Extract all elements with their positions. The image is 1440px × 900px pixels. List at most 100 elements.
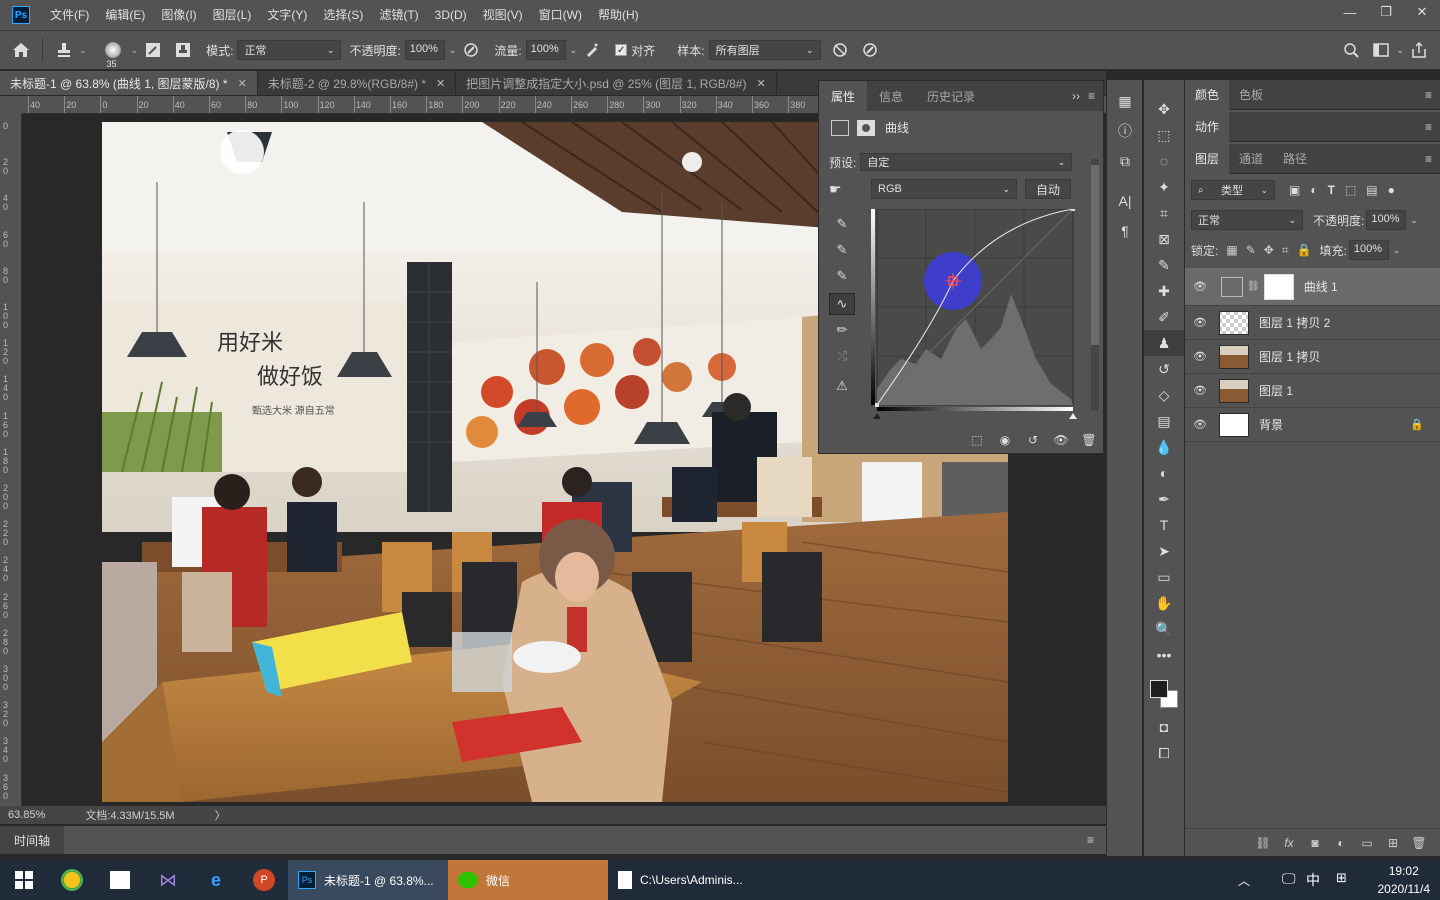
windows-start-icon[interactable] — [0, 860, 48, 900]
visibility-eye-icon[interactable]: 👁 — [1185, 316, 1215, 329]
home-icon[interactable] — [10, 39, 32, 61]
pen-tool-icon[interactable]: ✒ — [1144, 486, 1184, 512]
menu-select[interactable]: 选择(S) — [315, 0, 371, 30]
opacity-chevron-icon[interactable]: ⌄ — [1410, 215, 1418, 226]
quick-mask-icon[interactable]: ◘ — [1144, 714, 1184, 740]
rectangle-tool-icon[interactable]: ▭ — [1144, 564, 1184, 590]
network-icon[interactable]: 🖵 — [1282, 870, 1296, 887]
channel-select[interactable]: RGB ⌄ — [871, 179, 1017, 199]
visibility-eye-icon[interactable]: 👁 — [1185, 384, 1215, 397]
color-swatches[interactable] — [1144, 668, 1184, 714]
layer-opacity-input[interactable]: 100% — [1366, 210, 1407, 230]
blur-tool-icon[interactable]: 💧 — [1144, 434, 1184, 460]
tab-timeline[interactable]: 时间轴 — [0, 826, 65, 854]
zoom-level[interactable]: 63.85% — [8, 809, 45, 821]
gradient-tool-icon[interactable]: ▤ — [1144, 408, 1184, 434]
brush-settings-icon[interactable] — [142, 39, 164, 61]
foreground-color-swatch[interactable] — [1150, 680, 1168, 698]
lock-position-icon[interactable]: ✥ — [1264, 243, 1274, 257]
sample-select[interactable]: 所有图层 ⌄ — [708, 40, 821, 60]
clipping-warning-icon[interactable]: ⚠ — [829, 375, 855, 397]
tab-paths[interactable]: 路径 — [1273, 144, 1317, 174]
visibility-eye-icon[interactable]: 👁 — [1185, 280, 1215, 293]
tab-history[interactable]: 历史记录 — [915, 81, 987, 111]
filter-toggle-icon[interactable]: ● — [1388, 183, 1395, 197]
paragraph-dock-icon[interactable]: ¶ — [1107, 216, 1143, 246]
lasso-tool-icon[interactable]: ◌ — [1144, 148, 1184, 174]
workspace-icon[interactable] — [1370, 39, 1392, 61]
airbrush-icon[interactable] — [581, 39, 603, 61]
tab-swatches[interactable]: 色板 — [1229, 80, 1273, 110]
info-dock-icon[interactable]: ⓘ — [1107, 116, 1143, 146]
smooth-curve-icon[interactable]: ⤮ — [829, 345, 855, 367]
visibility-eye-icon[interactable]: 👁 — [1185, 350, 1215, 363]
curve-pencil-icon[interactable]: ✏ — [829, 319, 855, 341]
tool-preset-chevron-icon[interactable]: ⌄ — [79, 45, 87, 56]
browser-360-icon[interactable] — [48, 860, 96, 900]
menu-layer[interactable]: 图层(L) — [205, 0, 260, 30]
delete-icon[interactable]: 🗑 — [1075, 433, 1103, 447]
eyedropper-tool-icon[interactable]: ✎ — [1144, 252, 1184, 278]
panel-menu-icon[interactable]: ≡ — [1425, 152, 1432, 166]
zoom-tool-icon[interactable]: 🔍 — [1144, 616, 1184, 642]
pressure-opacity-icon[interactable] — [460, 39, 482, 61]
system-clock[interactable]: 19:02 2020/11/4 — [1378, 862, 1431, 898]
new-group-icon[interactable]: ▭ — [1354, 836, 1380, 850]
ruler-corner[interactable] — [0, 96, 22, 114]
add-mask-icon[interactable]: ◙ — [1302, 836, 1328, 850]
visibility-icon[interactable]: 👁 — [1047, 433, 1075, 447]
path-selection-tool-icon[interactable]: ➤ — [1144, 538, 1184, 564]
flow-chevron-icon[interactable]: ⌄ — [570, 45, 578, 56]
filter-adjustment-icon[interactable]: ◐ — [1310, 183, 1317, 197]
search-icon[interactable] — [1340, 39, 1362, 61]
clone-source-icon[interactable] — [172, 39, 194, 61]
doc-tab-3[interactable]: 把图片调整成指定大小.psd @ 25% (图层 1, RGB/8#) ✕ — [456, 71, 777, 95]
menu-3d[interactable]: 3D(D) — [427, 0, 475, 30]
panel-menu-icon[interactable]: ≡ — [1425, 88, 1432, 102]
hand-tool-icon[interactable]: ✋ — [1144, 590, 1184, 616]
clone-stamp-tool-icon[interactable]: ♟ — [1144, 330, 1184, 356]
internet-explorer-icon[interactable]: e — [192, 860, 240, 900]
tab-color[interactable]: 颜色 — [1185, 79, 1230, 110]
taskbar-explorer[interactable]: C:\Users\Adminis... — [608, 860, 778, 900]
healing-brush-tool-icon[interactable]: ✚ — [1144, 278, 1184, 304]
close-button[interactable]: ✕ — [1404, 0, 1440, 24]
tab-channels[interactable]: 通道 — [1229, 144, 1273, 174]
maximize-button[interactable]: ❐ — [1368, 0, 1404, 24]
frame-tool-icon[interactable]: ⊠ — [1144, 226, 1184, 252]
close-tab-icon[interactable]: ✕ — [238, 77, 247, 90]
filter-smart-object-icon[interactable]: ▤ — [1366, 183, 1377, 197]
lock-transparent-icon[interactable]: ▦ — [1226, 243, 1237, 257]
fill-chevron-icon[interactable]: ⌄ — [1393, 245, 1401, 256]
delete-layer-icon[interactable]: 🗑 — [1406, 836, 1432, 850]
share-icon[interactable] — [1408, 39, 1430, 61]
menu-edit[interactable]: 编辑(E) — [97, 0, 153, 30]
magic-wand-tool-icon[interactable]: ✦ — [1144, 174, 1184, 200]
new-layer-icon[interactable]: ⊞ — [1380, 836, 1406, 850]
aligned-checkbox[interactable]: ✓ — [615, 44, 628, 56]
link-layers-icon[interactable]: ⛓ — [1250, 836, 1276, 850]
lock-image-icon[interactable]: ✎ — [1246, 243, 1256, 257]
tab-properties[interactable]: 属性 — [819, 81, 868, 111]
menu-window[interactable]: 窗口(W) — [531, 0, 590, 30]
layer-mask-thumbnail[interactable] — [1263, 273, 1294, 300]
history-brush-tool-icon[interactable]: ↺ — [1144, 356, 1184, 382]
move-tool-icon[interactable]: ✥ — [1144, 96, 1184, 122]
crop-tool-icon[interactable]: ⌗ — [1144, 200, 1184, 226]
marquee-tool-icon[interactable]: ⬚ — [1144, 122, 1184, 148]
eyedropper-gray-icon[interactable]: ✎ — [829, 239, 855, 261]
layer-row[interactable]: 👁 图层 1 拷贝 2 — [1185, 306, 1440, 340]
filter-pixel-icon[interactable]: ▣ — [1289, 183, 1300, 197]
panel-scrollbar[interactable] — [1091, 159, 1099, 411]
layer-row[interactable]: 👁 背景 🔒 — [1185, 408, 1440, 442]
screen-mode-icon[interactable]: ⧠ — [1144, 740, 1184, 766]
more-tools-icon[interactable]: ••• — [1144, 642, 1184, 668]
chain-link-icon[interactable]: ⛓ — [1247, 281, 1260, 292]
ruler-vertical[interactable]: 0 20 40 60 80 100 120 140 160 180 200 220 240 260 280 3… — [0, 114, 22, 806]
clone-stamp-tool-icon[interactable] — [53, 39, 75, 61]
curve-graph[interactable] — [871, 207, 1079, 419]
powerpoint-icon[interactable]: P — [240, 860, 288, 900]
panel-menu-icon[interactable]: ≡ — [1425, 120, 1432, 134]
collapse-panel-icon[interactable]: ›› — [1072, 89, 1080, 103]
layer-style-icon[interactable]: fx — [1276, 836, 1302, 850]
